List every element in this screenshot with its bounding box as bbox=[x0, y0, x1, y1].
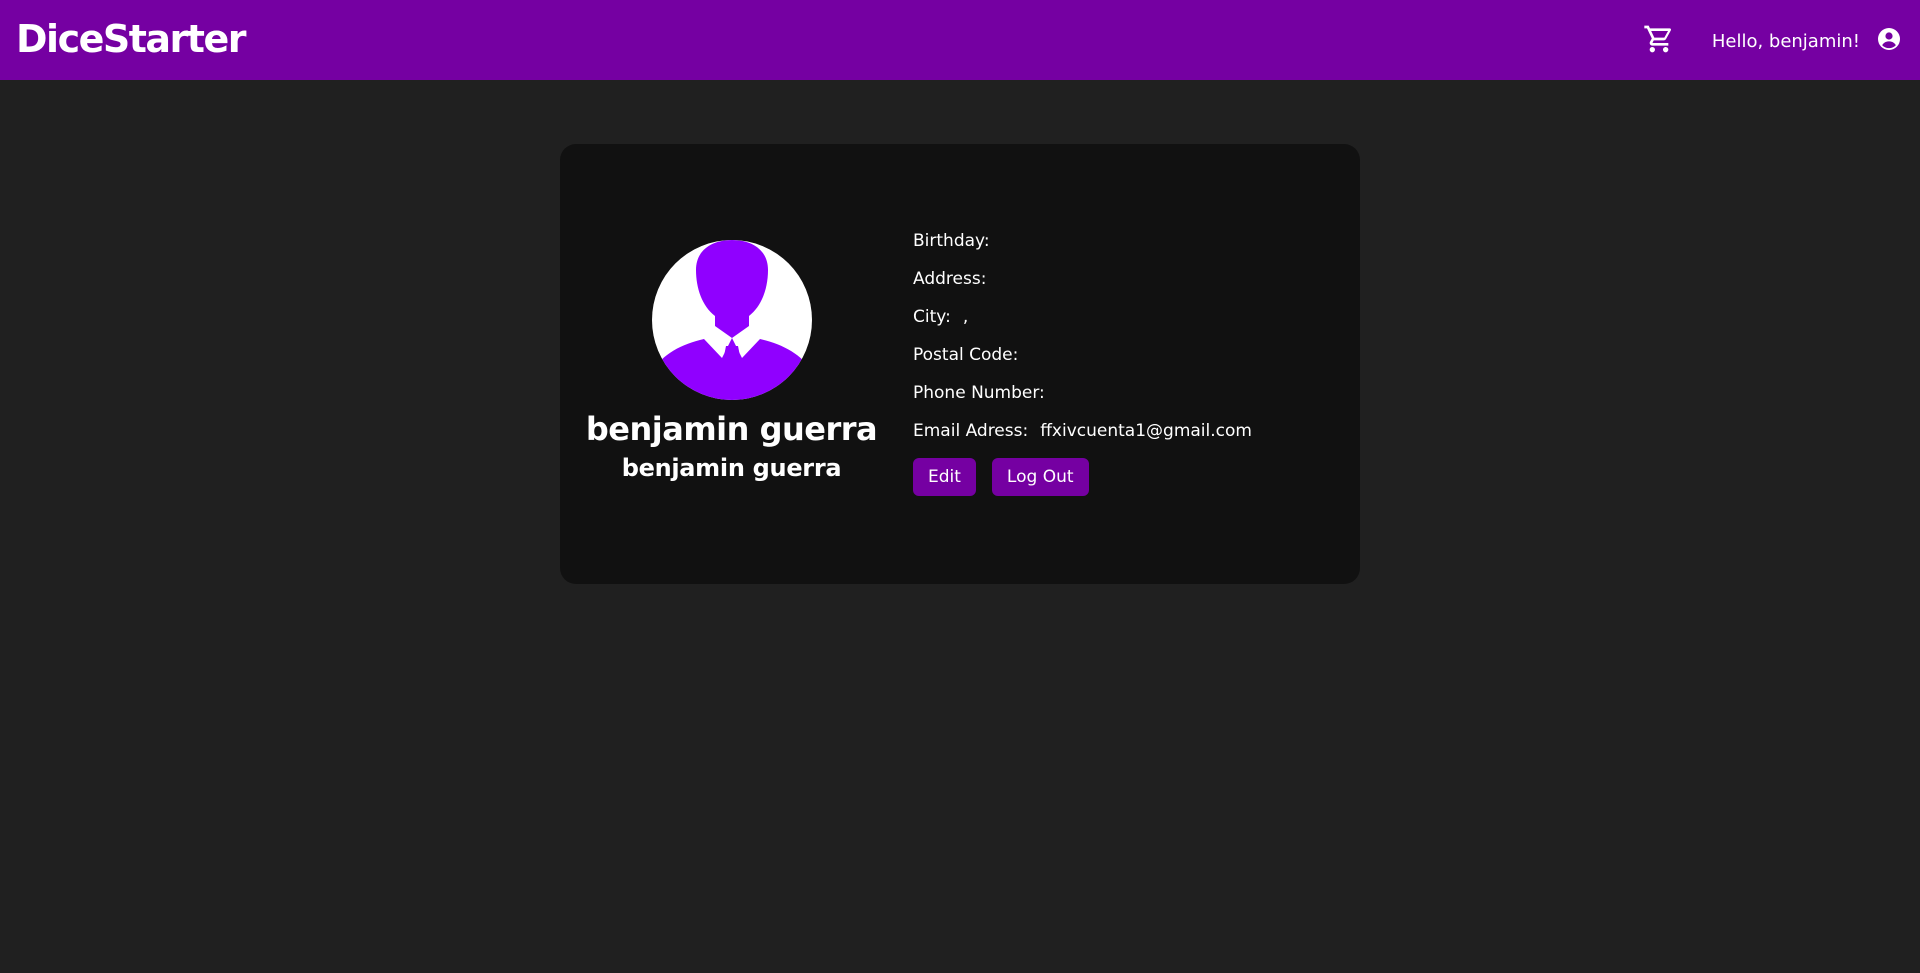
top-navbar: DiceStarter Hello, benjamin! bbox=[0, 0, 1920, 80]
profile-details: Birthday: Address: City:, Postal Code: P… bbox=[913, 222, 1333, 496]
postal-code-row: Postal Code: bbox=[913, 336, 1333, 374]
shopping-cart-icon[interactable] bbox=[1642, 22, 1676, 56]
city-label: City: bbox=[913, 307, 951, 327]
email-label: Email Adress: bbox=[913, 421, 1029, 441]
profile-username: benjamin guerra bbox=[621, 454, 842, 482]
address-label: Address: bbox=[913, 269, 987, 289]
phone-label: Phone Number: bbox=[913, 383, 1045, 403]
profile-summary: benjamin guerra benjamin guerra bbox=[560, 240, 903, 482]
avatar bbox=[651, 240, 812, 400]
profile-actions: Edit Log Out bbox=[913, 458, 1333, 496]
profile-full-name: benjamin guerra bbox=[585, 410, 878, 448]
phone-row: Phone Number: bbox=[913, 374, 1333, 412]
account-circle-icon[interactable] bbox=[1876, 26, 1902, 52]
logout-button[interactable]: Log Out bbox=[991, 458, 1089, 496]
navbar-right: Hello, benjamin! bbox=[1642, 0, 1902, 80]
edit-button[interactable]: Edit bbox=[913, 458, 976, 496]
user-greeting: Hello, benjamin! bbox=[1711, 30, 1860, 52]
city-row: City:, bbox=[913, 298, 1333, 336]
person-silhouette-icon bbox=[651, 240, 812, 400]
birthday-row: Birthday: bbox=[913, 222, 1333, 260]
city-value: , bbox=[962, 307, 969, 327]
brand-logo[interactable]: DiceStarter bbox=[16, 17, 246, 61]
address-row: Address: bbox=[913, 260, 1333, 298]
profile-card: benjamin guerra benjamin guerra Birthday… bbox=[560, 144, 1360, 584]
birthday-label: Birthday: bbox=[913, 231, 990, 251]
email-value: ffxivcuenta1@gmail.com bbox=[1040, 421, 1252, 441]
postal-code-label: Postal Code: bbox=[913, 345, 1019, 365]
email-row: Email Adress: ffxivcuenta1@gmail.com bbox=[913, 412, 1333, 450]
